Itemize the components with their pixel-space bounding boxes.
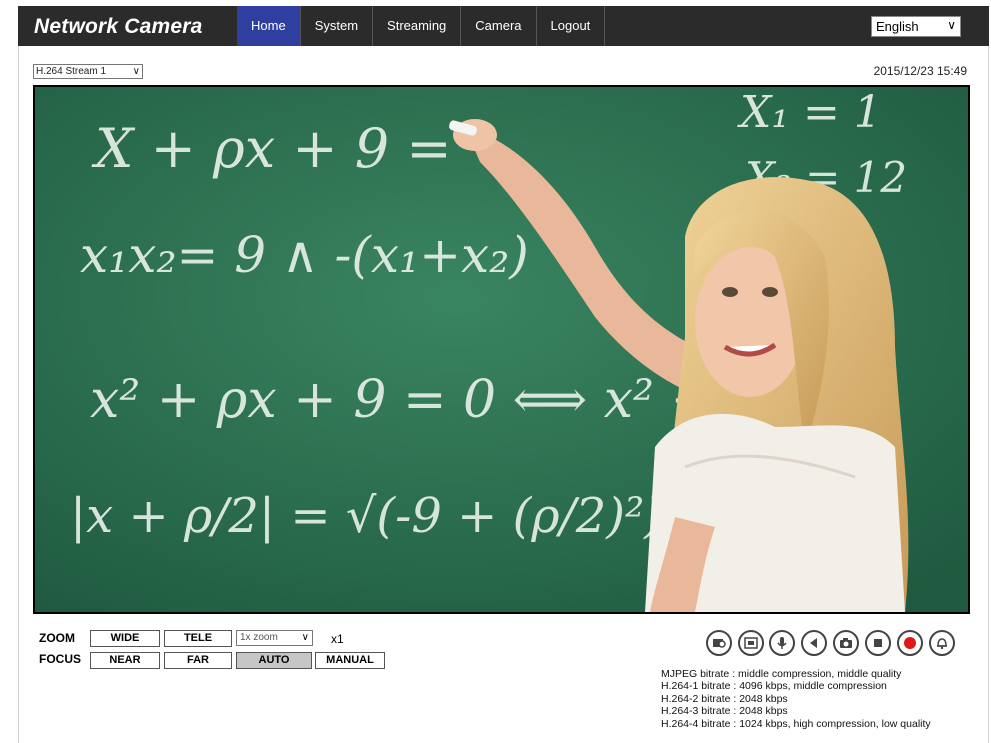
- board-right-1: X₁ = 1: [737, 87, 882, 138]
- speaker-icon: [810, 638, 817, 648]
- language-select[interactable]: English ∨: [871, 16, 961, 37]
- alarm-button[interactable]: [929, 630, 955, 656]
- chevron-down-icon: ∨: [132, 66, 140, 77]
- zoom-tele-button[interactable]: TELE: [164, 630, 232, 647]
- board-line-2: x₁x₂= 9 ∧ -(x₁+x₂): [80, 226, 529, 284]
- bitrate-h264-3: H.264-3 bitrate : 2048 kbps: [661, 705, 788, 718]
- speaker-button[interactable]: [801, 630, 827, 656]
- fullscreen-button[interactable]: [738, 630, 764, 656]
- zoom-level-select[interactable]: 1x zoom ∨: [236, 630, 313, 646]
- bitrate-mjpeg: MJPEG bitrate : middle compression, midd…: [661, 668, 902, 680]
- zoom-factor: x1: [331, 632, 344, 646]
- chevron-down-icon: ∨: [947, 18, 956, 32]
- alarm-bell-icon: [937, 638, 947, 650]
- live-video-view[interactable]: X + ρx + 9 = x₁x₂= 9 ∧ -(x₁+x₂) x² + ρx …: [33, 85, 970, 614]
- bitrate-h264-4: H.264-4 bitrate : 1024 kbps, high compre…: [661, 717, 931, 730]
- stop-icon: [874, 639, 882, 647]
- top-navigation-bar: Network Camera Home System Streaming Cam…: [18, 6, 989, 46]
- camera-icon: [840, 638, 852, 648]
- language-value: English: [876, 19, 919, 34]
- main-nav: Home System Streaming Camera Logout: [237, 6, 606, 46]
- focus-far-button[interactable]: FAR: [164, 652, 232, 669]
- microphone-button[interactable]: [769, 630, 795, 656]
- record-button[interactable]: [897, 630, 923, 656]
- zoom-level-value: 1x zoom: [240, 632, 278, 643]
- nav-home[interactable]: Home: [237, 6, 301, 46]
- bitrate-h264-2: H.264-2 bitrate : 2048 kbps: [661, 692, 788, 705]
- board-line-1: X + ρx + 9 =: [91, 117, 452, 180]
- video-frame-image: X + ρx + 9 = x₁x₂= 9 ∧ -(x₁+x₂) x² + ρx …: [35, 87, 968, 612]
- stop-button[interactable]: [865, 630, 891, 656]
- microphone-icon: [777, 637, 787, 649]
- nav-system[interactable]: System: [301, 6, 374, 46]
- snapshot-button[interactable]: [833, 630, 859, 656]
- focus-auto-button[interactable]: AUTO: [236, 652, 312, 669]
- fullscreen-icon: [744, 637, 758, 649]
- record-icon: [904, 637, 916, 649]
- focus-label: FOCUS: [39, 652, 81, 666]
- chevron-down-icon: ∨: [301, 632, 309, 643]
- focus-manual-button[interactable]: MANUAL: [315, 652, 385, 669]
- board-line-4: |x + ρ/2| = √(-9 + (ρ/2)²): [70, 488, 663, 544]
- nav-logout[interactable]: Logout: [537, 6, 606, 46]
- zoom-wide-button[interactable]: WIDE: [90, 630, 160, 647]
- snapshot-gallery-button[interactable]: [706, 630, 732, 656]
- nav-streaming[interactable]: Streaming: [373, 6, 462, 46]
- focus-near-button[interactable]: NEAR: [90, 652, 160, 669]
- stream-select-value: H.264 Stream 1: [36, 66, 107, 77]
- bitrate-h264-1: H.264-1 bitrate : 4096 kbps, middle comp…: [661, 680, 887, 693]
- stream-select[interactable]: H.264 Stream 1 ∨: [33, 64, 143, 79]
- zoom-label: ZOOM: [39, 631, 75, 645]
- brand-title: Network Camera: [34, 15, 203, 38]
- nav-camera[interactable]: Camera: [461, 6, 537, 46]
- camera-datetime: 2015/12/23 15:49: [873, 64, 967, 78]
- snapshot-gallery-icon: [713, 639, 726, 648]
- bitrate-info: MJPEG bitrate : middle compression, midd…: [661, 668, 931, 730]
